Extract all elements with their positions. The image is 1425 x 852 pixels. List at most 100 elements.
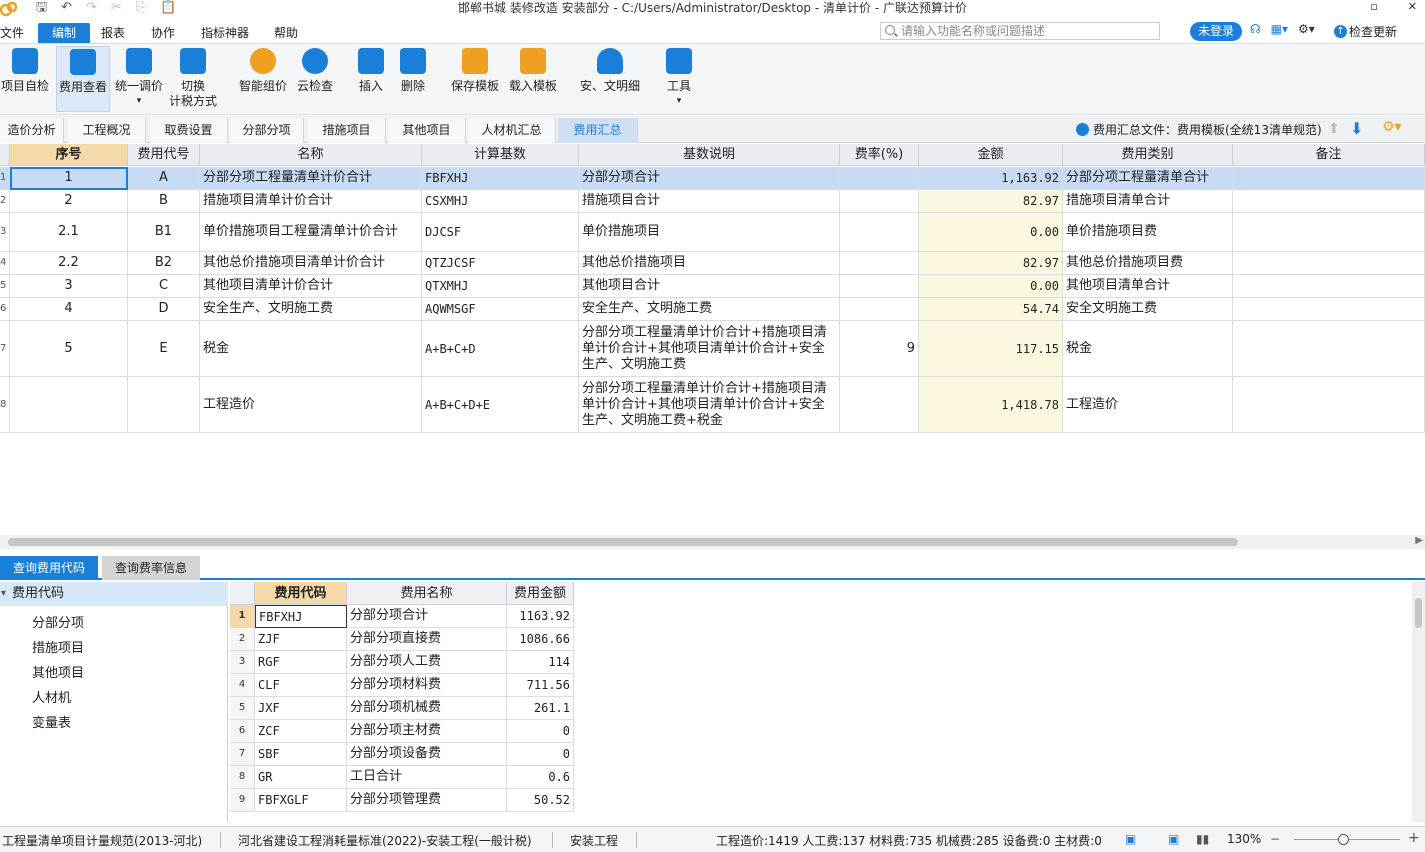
cell-amount[interactable]: 1086.66 — [507, 628, 574, 651]
cell-amount[interactable]: 50.52 — [507, 789, 574, 812]
row-number[interactable]: 3 — [230, 651, 255, 674]
cell-amount[interactable]: 0 — [507, 743, 574, 766]
layout-single-icon[interactable]: ▣ — [1125, 832, 1136, 846]
tool-smart-price[interactable]: 智能组价 — [238, 48, 288, 94]
cell-code[interactable]: A — [128, 167, 200, 190]
cell-note[interactable] — [1233, 298, 1425, 321]
column-header[interactable]: 序号 — [10, 144, 128, 166]
column-header[interactable]: 费用代码 — [255, 582, 347, 605]
cell-name[interactable]: 税金 — [200, 321, 422, 377]
cell-desc[interactable]: 措施项目合计 — [579, 190, 840, 213]
cell-base[interactable]: A+B+C+D+E — [422, 377, 579, 433]
cell-rate[interactable] — [840, 213, 919, 252]
cell-base[interactable]: A+B+C+D — [422, 321, 579, 377]
cell-amount[interactable]: 82.97 — [919, 252, 1063, 275]
layout-columns-icon[interactable]: ▮▮ — [1196, 832, 1209, 846]
cell-name[interactable]: 分部分项材料费 — [347, 674, 507, 697]
function-search-input[interactable]: 请输入功能名称或问题描述 — [880, 22, 1160, 40]
row-number[interactable]: 9 — [230, 789, 255, 812]
support-icon[interactable]: ☊ — [1250, 22, 1261, 36]
tree-root-fee-code[interactable]: 费用代码 — [0, 582, 228, 606]
cell-amount[interactable]: 711.56 — [507, 674, 574, 697]
row-number[interactable]: 8 — [230, 766, 255, 789]
cell-base[interactable]: QTZJCSF — [422, 252, 579, 275]
column-header[interactable]: 备注 — [1233, 144, 1425, 166]
cell-code[interactable]: RGF — [255, 651, 347, 674]
cell-category[interactable]: 措施项目清单合计 — [1063, 190, 1233, 213]
row-number[interactable]: 4 — [230, 674, 255, 697]
menu-indicator[interactable]: 指标神器 — [201, 23, 249, 43]
cell-code[interactable]: E — [128, 321, 200, 377]
move-up-icon[interactable]: ⬆ — [1328, 121, 1340, 137]
cell-rate[interactable] — [840, 377, 919, 433]
cell-category[interactable]: 单价措施项目费 — [1063, 213, 1233, 252]
cell-name[interactable]: 安全生产、文明施工费 — [200, 298, 422, 321]
tree-node-sub-items[interactable]: 分部分项 — [32, 612, 84, 631]
check-update-button[interactable]: ↑ 检查更新 — [1334, 23, 1397, 40]
cell-note[interactable] — [1233, 321, 1425, 377]
cell-seq[interactable]: 5 — [10, 321, 128, 377]
menu-file[interactable]: 文件 — [0, 23, 24, 43]
column-header[interactable]: 基数说明 — [579, 144, 840, 166]
cell-category[interactable]: 安全文明施工费 — [1063, 298, 1233, 321]
cell-code[interactable]: D — [128, 298, 200, 321]
cell-base[interactable]: AQWMSGF — [422, 298, 579, 321]
row-number[interactable]: 1 — [230, 605, 255, 628]
corner-header[interactable] — [230, 582, 255, 605]
settings-icon[interactable]: ⚙▾ — [1298, 22, 1315, 36]
login-button[interactable]: 未登录 — [1190, 22, 1242, 41]
cell-code[interactable]: C — [128, 275, 200, 298]
cell-desc[interactable]: 其他总价措施项目 — [579, 252, 840, 275]
row-number[interactable]: 7 — [0, 321, 10, 377]
cell-rate[interactable] — [840, 190, 919, 213]
cell-seq[interactable]: 2 — [10, 190, 128, 213]
restore-button[interactable]: ▫ — [1370, 0, 1377, 13]
menu-reports[interactable]: 报表 — [101, 23, 125, 43]
tool-unified-adjust[interactable]: 统一调价 ▾ — [114, 48, 164, 109]
cell-desc[interactable]: 分部分项合计 — [579, 167, 840, 190]
cell-name[interactable]: 分部分项合计 — [347, 605, 507, 628]
cell-seq[interactable]: 3 — [10, 275, 128, 298]
tool-tools[interactable]: 工具 ▾ — [662, 48, 696, 109]
tool-cloud-check[interactable]: 云检查 — [295, 48, 335, 94]
row-number[interactable]: 6 — [230, 720, 255, 743]
corner-header[interactable] — [0, 144, 10, 166]
tab-query-rate-info[interactable]: 查询费率信息 — [102, 556, 200, 580]
cell-amount[interactable]: 117.15 — [919, 321, 1063, 377]
cell-seq[interactable]: 4 — [10, 298, 128, 321]
tool-delete[interactable]: 删除 — [396, 48, 430, 94]
cell-code[interactable]: B — [128, 190, 200, 213]
cell-code[interactable] — [128, 377, 200, 433]
tool-switch-tax[interactable]: 切换 计税方式 — [168, 48, 218, 109]
cell-note[interactable] — [1233, 190, 1425, 213]
cell-code[interactable]: ZJF — [255, 628, 347, 651]
cell-note[interactable] — [1233, 275, 1425, 298]
row-number[interactable]: 2 — [230, 628, 255, 651]
zoom-in-icon[interactable]: + — [1408, 830, 1420, 846]
tree-node-other-items[interactable]: 其他项目 — [32, 662, 84, 681]
cell-amount[interactable]: 1,163.92 — [919, 167, 1063, 190]
move-down-icon[interactable]: ⬇ — [1350, 119, 1363, 138]
cell-amount[interactable]: 0 — [507, 720, 574, 743]
cell-base[interactable]: FBFXHJ — [422, 167, 579, 190]
cell-amount[interactable]: 0.00 — [919, 275, 1063, 298]
cell-category[interactable]: 其他总价措施项目费 — [1063, 252, 1233, 275]
apps-icon[interactable]: ▦▾ — [1271, 22, 1288, 36]
vertical-scrollbar[interactable] — [1412, 582, 1425, 822]
column-header[interactable]: 费用代号 — [128, 144, 200, 166]
menu-help[interactable]: 帮助 — [274, 23, 298, 43]
cell-name[interactable]: 分部分项直接费 — [347, 628, 507, 651]
column-header[interactable]: 名称 — [200, 144, 422, 166]
cell-desc[interactable]: 安全生产、文明施工费 — [579, 298, 840, 321]
cell-code[interactable]: FBFXGLF — [255, 789, 347, 812]
cell-amount[interactable]: 1,418.78 — [919, 377, 1063, 433]
cell-name[interactable]: 其他总价措施项目清单计价合计 — [200, 252, 422, 275]
tree-node-variables[interactable]: 变量表 — [32, 712, 71, 731]
cell-name[interactable]: 分部分项管理费 — [347, 789, 507, 812]
column-header[interactable]: 金额 — [919, 144, 1063, 166]
tool-fee-view[interactable]: 费用查看 — [56, 46, 110, 112]
tab-project-overview[interactable]: 工程概况 — [68, 118, 146, 143]
cell-name[interactable]: 分部分项工程量清单计价合计 — [200, 167, 422, 190]
menu-collaborate[interactable]: 协作 — [151, 23, 175, 43]
cell-amount[interactable]: 261.1 — [507, 697, 574, 720]
